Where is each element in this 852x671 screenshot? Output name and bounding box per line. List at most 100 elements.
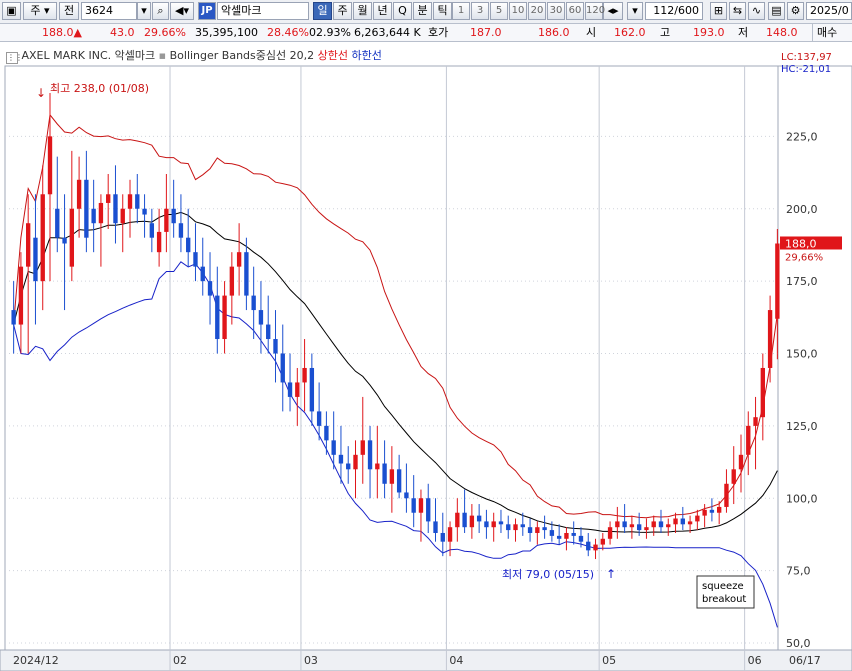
- candle-body: [215, 295, 220, 340]
- x-tick-label: 02: [173, 654, 187, 667]
- candle-body: [360, 440, 365, 455]
- y-tick-label: 100,0: [786, 492, 818, 505]
- candle-body: [142, 208, 147, 215]
- candle-body: [404, 492, 409, 499]
- high-annotation: 최고 238,0 (01/08): [50, 82, 149, 95]
- candle-body: [98, 202, 104, 224]
- candle-body: [186, 237, 191, 253]
- candle-body: [629, 524, 635, 528]
- candle-body: [411, 498, 416, 513]
- candle-body: [33, 237, 38, 282]
- y-tick-label: 125,0: [786, 420, 818, 433]
- x-tick-label: 05: [602, 654, 616, 667]
- candle-body: [462, 512, 467, 528]
- candle-body: [549, 530, 555, 536]
- candle-body: [571, 532, 576, 536]
- candle-body: [622, 521, 627, 528]
- candle-body: [513, 524, 518, 531]
- candle-body: [476, 515, 482, 522]
- candle-body: [309, 367, 315, 412]
- candle-body: [760, 367, 765, 418]
- x-tick-label: 03: [304, 654, 318, 667]
- hc-label: HC:-21,01: [781, 64, 831, 75]
- breakout-label: breakout: [702, 594, 746, 605]
- candle-body: [746, 425, 751, 455]
- candle-body: [491, 521, 496, 528]
- candle-body: [353, 454, 358, 470]
- candle-body: [520, 524, 525, 528]
- candle-body: [433, 521, 438, 533]
- candle-body: [447, 527, 453, 542]
- candle-body: [200, 266, 205, 282]
- candle-body: [287, 382, 293, 397]
- candle-body: [84, 179, 89, 238]
- candle-body: [389, 469, 395, 484]
- plot-area: [4, 65, 779, 651]
- candle-body: [382, 463, 387, 484]
- candle-body: [716, 506, 722, 513]
- x-axis-strip: [0, 649, 852, 671]
- candle-body: [469, 515, 475, 528]
- candle-body: [731, 469, 736, 484]
- candle-body: [426, 498, 431, 522]
- candle-body: [702, 509, 707, 516]
- candle-body: [40, 194, 45, 282]
- candle-body: [651, 521, 656, 528]
- candle-body: [280, 353, 285, 383]
- candle-body: [26, 223, 31, 267]
- price-chart[interactable]: 50,0 75,0 100,0 125,0 150,0 175,0 200,0 225,0 20…: [0, 0, 852, 671]
- candle-body: [47, 136, 53, 195]
- candle-body: [251, 295, 256, 311]
- y-tick-label: 75,0: [786, 565, 811, 578]
- candle-body: [127, 194, 133, 209]
- last-pct-label: 29,66%: [785, 252, 823, 263]
- candle-body: [673, 518, 678, 525]
- candle-body: [506, 524, 511, 531]
- candle-body: [636, 524, 642, 531]
- y-tick-label: 200,0: [786, 203, 818, 216]
- candle-body: [324, 425, 329, 441]
- candle-body: [106, 194, 111, 203]
- candle-body: [149, 223, 155, 238]
- candle-body: [578, 535, 584, 542]
- candle-body: [767, 310, 773, 368]
- candle-body: [120, 208, 125, 224]
- candle-body: [295, 382, 300, 397]
- candle-body: [18, 266, 24, 325]
- candle-body: [258, 310, 264, 325]
- candle-body: [564, 532, 569, 539]
- candle-body: [193, 252, 198, 267]
- candle-body: [600, 538, 605, 545]
- candle-body: [484, 521, 489, 528]
- candle-body: [644, 527, 649, 531]
- candle-body: [709, 509, 715, 513]
- candle-body: [69, 208, 75, 267]
- x-tick-label: 04: [449, 654, 463, 667]
- candle-body: [440, 532, 445, 542]
- low-arrow-icon: ↑: [606, 567, 616, 581]
- candle-body: [615, 521, 620, 528]
- candle-body: [76, 179, 82, 209]
- y-tick-label: 150,0: [786, 348, 818, 361]
- candle-body: [62, 237, 67, 244]
- candle-body: [753, 417, 758, 426]
- candle-body: [607, 527, 613, 539]
- candle-body: [498, 521, 504, 525]
- candle-body: [113, 194, 118, 224]
- candle-body: [396, 469, 402, 493]
- candle-body: [156, 231, 162, 253]
- x-tick-label: 06: [748, 654, 762, 667]
- low-annotation: 최저 79,0 (05/15): [502, 568, 594, 581]
- candle-body: [375, 463, 380, 470]
- candle-body: [346, 463, 351, 470]
- candle-body: [542, 527, 547, 531]
- last-price-label: 188,0: [785, 237, 817, 250]
- candle-body: [273, 339, 278, 354]
- candle-body: [316, 411, 322, 426]
- candle-body: [236, 252, 242, 267]
- y-tick-label: 225,0: [786, 130, 818, 143]
- candle-body: [455, 512, 460, 528]
- x-tick-label: 06/17: [789, 654, 821, 667]
- candle-body: [178, 223, 184, 238]
- candle-body: [55, 208, 60, 238]
